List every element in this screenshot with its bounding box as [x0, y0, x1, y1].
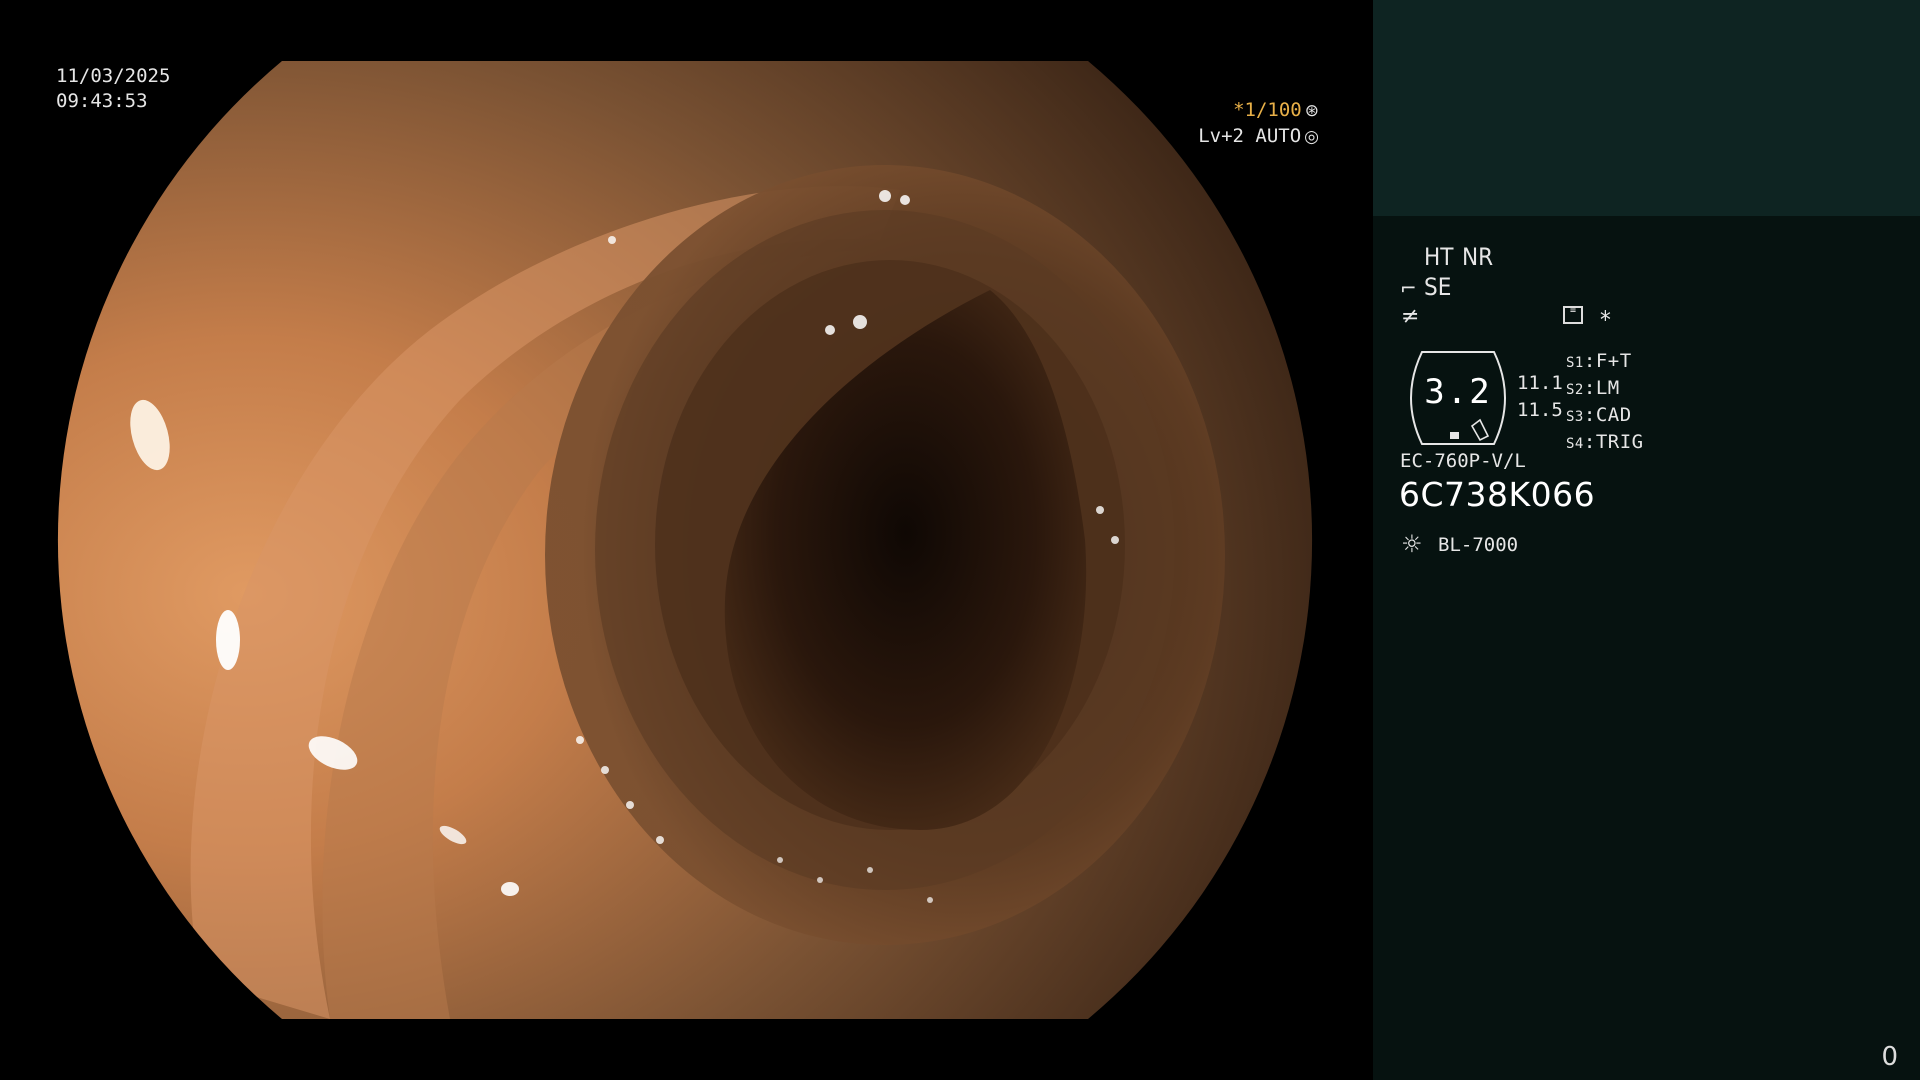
iris-icon: ◎: [1304, 127, 1319, 147]
date-time: 11/03/2025 09:43:53: [56, 64, 170, 114]
light-source: BL-7000: [1438, 534, 1519, 556]
level-mode: Lv+2 AUTO: [1198, 125, 1302, 147]
scope-model: EC-760P-V/L: [1400, 450, 1526, 472]
hex-value: 3.2: [1424, 372, 1492, 412]
switch-list: S1:F+T S2:LM S3:CAD S4:TRIG: [1566, 349, 1644, 457]
switch-s2: S2:LM: [1566, 377, 1620, 399]
asterisk-indicator: *: [1600, 306, 1611, 334]
switch-s4: S4:TRIG: [1566, 431, 1644, 453]
ht-label: HT: [1424, 243, 1454, 271]
scope-tip-icon: ⌐: [1400, 276, 1417, 300]
switch-s3: S3:CAD: [1566, 404, 1632, 426]
exam-date: 11/03/2025: [56, 65, 171, 87]
page-number: 0: [1881, 1042, 1898, 1072]
not-equal-icon: ≠: [1401, 304, 1420, 329]
memory-card-icon: ≡: [1563, 306, 1583, 324]
shutter-row: *1/100 ⊛: [1198, 98, 1319, 124]
aperture-icon: ⊛: [1304, 101, 1319, 121]
se-label: SE: [1424, 273, 1452, 301]
switch-s1: S1:F+T: [1566, 350, 1632, 372]
info-panel: HT NR ⌐ SE ≠ ≡ * 3.2 11.1 11.5 S1:F+T S2…: [1373, 0, 1920, 1080]
level-row: Lv+2 AUTO ◎: [1198, 124, 1319, 150]
hex-small-2: 11.5: [1517, 399, 1563, 421]
hex-small-1: 11.1: [1517, 372, 1563, 394]
light-source-icon: ☼: [1401, 530, 1423, 558]
info-panel-header: [1373, 0, 1920, 216]
exam-time: 09:43:53: [56, 90, 148, 112]
endoscopic-image: [57, 61, 1313, 1019]
endoscope-view: 11/03/2025 09:43:53 *1/100 ⊛ Lv+2 AUTO ◎: [0, 0, 1373, 1080]
scope-serial: 6C738K066: [1399, 475, 1596, 514]
shutter-speed: *1/100: [1233, 99, 1302, 121]
nr-label: NR: [1462, 243, 1494, 271]
scope-status: *1/100 ⊛ Lv+2 AUTO ◎: [1198, 98, 1319, 150]
